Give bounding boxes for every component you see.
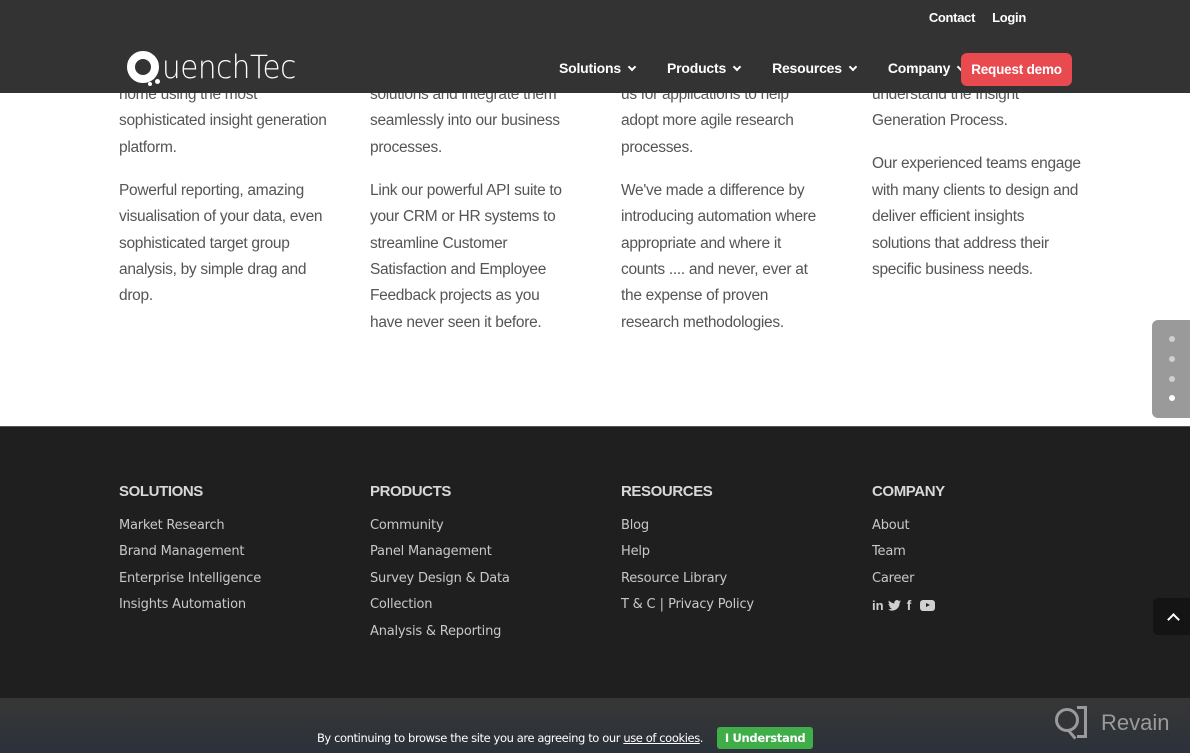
footer-company: COMPANY About Team Career in f <box>872 483 945 613</box>
quenchtec-logo[interactable]: uenchTec <box>127 44 308 86</box>
cookie-policy-link[interactable]: use of cookies <box>623 731 700 745</box>
feature-column-1: home using the most sophisticated insigh… <box>119 82 339 326</box>
cookie-message: By continuing to browse the site you are… <box>316 730 704 745</box>
section-dot-nav <box>1152 320 1190 418</box>
feature-paragraph: Link our powerful API suite to your CRM … <box>370 181 562 331</box>
section-dot-2[interactable] <box>1169 356 1175 362</box>
footer-heading: SOLUTIONS <box>119 483 203 500</box>
cookie-notice: By continuing to browse the site you are… <box>0 722 1190 753</box>
top-links: Contact Login <box>929 10 1026 25</box>
chevron-up-icon <box>1166 612 1180 626</box>
privacy-policy-link[interactable]: Privacy Policy <box>668 597 754 612</box>
footer-link[interactable]: Brand Management <box>119 539 261 565</box>
nav-resources[interactable]: Resources <box>772 60 858 76</box>
contact-link[interactable]: Contact <box>929 10 976 25</box>
separator: | <box>659 597 664 613</box>
footer-link[interactable]: About <box>872 513 945 539</box>
revain-watermark: Revain <box>1055 706 1169 740</box>
footer-link[interactable]: Analysis & Reporting <box>370 619 510 645</box>
terms-link[interactable]: T & C <box>621 597 656 612</box>
feature-paragraph: us for applications to help adopt more a… <box>621 86 794 156</box>
linkedin-icon[interactable]: in <box>872 598 884 613</box>
revain-logo-icon <box>1055 706 1089 740</box>
feature-paragraph: home using the most sophisticated insigh… <box>119 86 327 156</box>
social-links: in f <box>872 597 945 613</box>
features-section: home using the most sophisticated insigh… <box>0 60 1190 426</box>
nav-label: Solutions <box>559 60 621 76</box>
chevron-down-icon <box>848 62 858 71</box>
nav-label: Company <box>887 60 951 76</box>
site-footer: SOLUTIONS Market Research Brand Manageme… <box>0 426 1190 698</box>
feature-column-3: us for applications to help adopt more a… <box>621 82 821 353</box>
footer-link[interactable]: Career <box>872 566 945 592</box>
logo-q-icon <box>127 50 161 86</box>
login-link[interactable]: Login <box>992 10 1026 25</box>
main-nav: Solutions Products Resources Company <box>559 60 996 76</box>
footer-link[interactable]: Enterprise Intelligence <box>119 566 261 592</box>
footer-heading: PRODUCTS <box>370 483 451 500</box>
footer-heading: RESOURCES <box>621 483 713 500</box>
nav-label: Products <box>666 60 727 76</box>
footer-link[interactable]: Resource Library <box>621 566 754 592</box>
section-dot-4-active[interactable] <box>1169 395 1175 401</box>
back-to-top-button[interactable] <box>1153 598 1190 635</box>
request-demo-button[interactable]: Request demo <box>961 53 1072 86</box>
chevron-down-icon <box>732 62 742 71</box>
footer-heading: COMPANY <box>872 483 945 500</box>
footer-link[interactable]: Collection <box>370 592 510 618</box>
footer-link[interactable]: Market Research <box>119 513 261 539</box>
footer-products: PRODUCTS Community Panel Management Surv… <box>370 483 510 645</box>
footer-link[interactable]: Help <box>621 539 754 565</box>
site-header: uenchTec Contact Login Solutions Product… <box>0 0 1190 93</box>
footer-link[interactable]: Panel Management <box>370 539 510 565</box>
feature-paragraph: Powerful reporting, amazing visualisatio… <box>119 181 323 305</box>
nav-company[interactable]: Company <box>887 60 966 76</box>
footer-link[interactable]: Survey Design & Data <box>370 566 510 592</box>
feature-paragraph: Our experienced teams engage with many c… <box>872 155 1081 278</box>
logo-text: uenchTec <box>162 48 296 86</box>
nav-label: Resources <box>772 60 842 76</box>
facebook-icon[interactable]: f <box>907 597 912 613</box>
nav-solutions[interactable]: Solutions <box>559 60 637 76</box>
feature-column-2: solutions and integrate them seamlessly … <box>370 82 575 353</box>
footer-link[interactable]: Community <box>370 513 510 539</box>
footer-link[interactable]: Insights Automation <box>119 592 261 618</box>
feature-paragraph: We've made a difference by introducing a… <box>621 181 816 331</box>
section-dot-1[interactable] <box>1169 336 1175 342</box>
nav-products[interactable]: Products <box>666 60 742 76</box>
twitter-icon[interactable] <box>887 599 901 611</box>
legal-links: T & C | Privacy Policy <box>621 592 754 618</box>
footer-link[interactable]: Blog <box>621 513 754 539</box>
cookie-suffix: . <box>699 730 704 745</box>
section-dot-3[interactable] <box>1169 376 1175 382</box>
accept-cookies-button[interactable]: I Understand <box>717 726 814 749</box>
youtube-icon[interactable] <box>920 599 936 611</box>
footer-resources: RESOURCES Blog Help Resource Library T &… <box>621 483 754 619</box>
footer-solutions: SOLUTIONS Market Research Brand Manageme… <box>119 483 261 619</box>
revain-text: Revain <box>1101 710 1170 735</box>
feature-column-4: understand the Insight Generation Proces… <box>872 82 1082 300</box>
footer-link[interactable]: Team <box>872 539 945 565</box>
chevron-down-icon <box>627 62 637 71</box>
cookie-text: By continuing to browse the site you are… <box>316 730 624 745</box>
feature-paragraph: solutions and integrate them seamlessly … <box>370 86 560 156</box>
